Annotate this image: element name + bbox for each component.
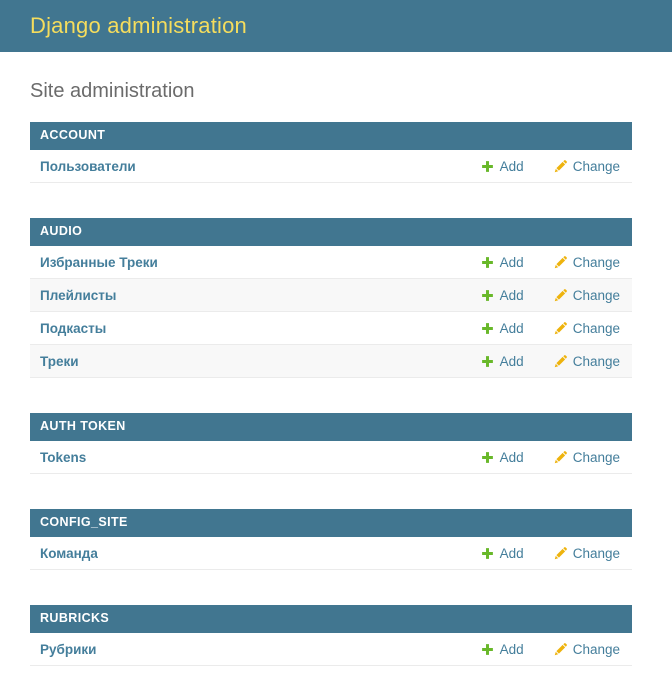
model-row: Плейлисты Add Change xyxy=(30,279,632,312)
add-label: Add xyxy=(500,354,524,369)
model-link[interactable]: Рубрики xyxy=(40,642,481,657)
pencil-icon xyxy=(554,160,567,173)
pencil-icon xyxy=(554,643,567,656)
change-label: Change xyxy=(573,642,620,657)
model-link[interactable]: Пользователи xyxy=(40,159,481,174)
page-title: Site administration xyxy=(30,79,632,103)
app-module: CONFIG_SITE Команда Add Change xyxy=(30,509,632,570)
change-link[interactable]: Change xyxy=(554,321,620,336)
model-link[interactable]: Подкасты xyxy=(40,321,481,336)
add-label: Add xyxy=(500,159,524,174)
pencil-icon xyxy=(554,256,567,269)
app-module: AUDIO Избранные Треки Add Change Плей xyxy=(30,218,632,378)
add-link[interactable]: Add xyxy=(481,288,524,303)
model-row: Избранные Треки Add Change xyxy=(30,246,632,279)
plus-icon xyxy=(481,322,494,335)
add-label: Add xyxy=(500,321,524,336)
model-link[interactable]: Треки xyxy=(40,354,481,369)
add-label: Add xyxy=(500,255,524,270)
plus-icon xyxy=(481,547,494,560)
change-link[interactable]: Change xyxy=(554,288,620,303)
change-link[interactable]: Change xyxy=(554,546,620,561)
plus-icon xyxy=(481,256,494,269)
app-module: ACCOUNT Пользователи Add Change xyxy=(30,122,632,183)
add-link[interactable]: Add xyxy=(481,450,524,465)
pencil-icon xyxy=(554,547,567,560)
model-row: Подкасты Add Change xyxy=(30,312,632,345)
pencil-icon xyxy=(554,451,567,464)
add-link[interactable]: Add xyxy=(481,354,524,369)
change-link[interactable]: Change xyxy=(554,450,620,465)
plus-icon xyxy=(481,451,494,464)
header: Django administration xyxy=(0,0,672,52)
pencil-icon xyxy=(554,322,567,335)
app-module: AUTH TOKEN Tokens Add Change xyxy=(30,413,632,474)
add-label: Add xyxy=(500,450,524,465)
change-link[interactable]: Change xyxy=(554,354,620,369)
module-rows: Команда Add Change xyxy=(30,537,632,570)
add-label: Add xyxy=(500,546,524,561)
model-link[interactable]: Tokens xyxy=(40,450,481,465)
change-link[interactable]: Change xyxy=(554,255,620,270)
change-label: Change xyxy=(573,450,620,465)
content: Site administration ACCOUNT Пользователи… xyxy=(0,79,672,666)
add-link[interactable]: Add xyxy=(481,321,524,336)
add-link[interactable]: Add xyxy=(481,642,524,657)
module-caption[interactable]: AUDIO xyxy=(30,218,632,246)
model-row: Tokens Add Change xyxy=(30,441,632,474)
change-label: Change xyxy=(573,546,620,561)
module-rows: Рубрики Add Change xyxy=(30,633,632,666)
module-caption[interactable]: CONFIG_SITE xyxy=(30,509,632,537)
module-caption[interactable]: ACCOUNT xyxy=(30,122,632,150)
change-label: Change xyxy=(573,354,620,369)
plus-icon xyxy=(481,643,494,656)
plus-icon xyxy=(481,355,494,368)
change-label: Change xyxy=(573,321,620,336)
module-rows: Пользователи Add Change xyxy=(30,150,632,183)
add-link[interactable]: Add xyxy=(481,159,524,174)
model-row: Треки Add Change xyxy=(30,345,632,378)
module-caption[interactable]: RUBRICKS xyxy=(30,605,632,633)
model-row: Команда Add Change xyxy=(30,537,632,570)
change-link[interactable]: Change xyxy=(554,159,620,174)
module-caption[interactable]: AUTH TOKEN xyxy=(30,413,632,441)
add-label: Add xyxy=(500,642,524,657)
pencil-icon xyxy=(554,355,567,368)
app-module: RUBRICKS Рубрики Add Change xyxy=(30,605,632,666)
branding-title[interactable]: Django administration xyxy=(30,13,247,39)
model-row: Рубрики Add Change xyxy=(30,633,632,666)
model-link[interactable]: Плейлисты xyxy=(40,288,481,303)
add-label: Add xyxy=(500,288,524,303)
change-link[interactable]: Change xyxy=(554,642,620,657)
model-row: Пользователи Add Change xyxy=(30,150,632,183)
module-rows: Tokens Add Change xyxy=(30,441,632,474)
module-list: ACCOUNT Пользователи Add Change A xyxy=(30,122,632,666)
plus-icon xyxy=(481,160,494,173)
change-label: Change xyxy=(573,255,620,270)
add-link[interactable]: Add xyxy=(481,255,524,270)
change-label: Change xyxy=(573,288,620,303)
add-link[interactable]: Add xyxy=(481,546,524,561)
module-rows: Избранные Треки Add Change Плейлисты xyxy=(30,246,632,378)
plus-icon xyxy=(481,289,494,302)
model-link[interactable]: Избранные Треки xyxy=(40,255,481,270)
model-link[interactable]: Команда xyxy=(40,546,481,561)
change-label: Change xyxy=(573,159,620,174)
pencil-icon xyxy=(554,289,567,302)
